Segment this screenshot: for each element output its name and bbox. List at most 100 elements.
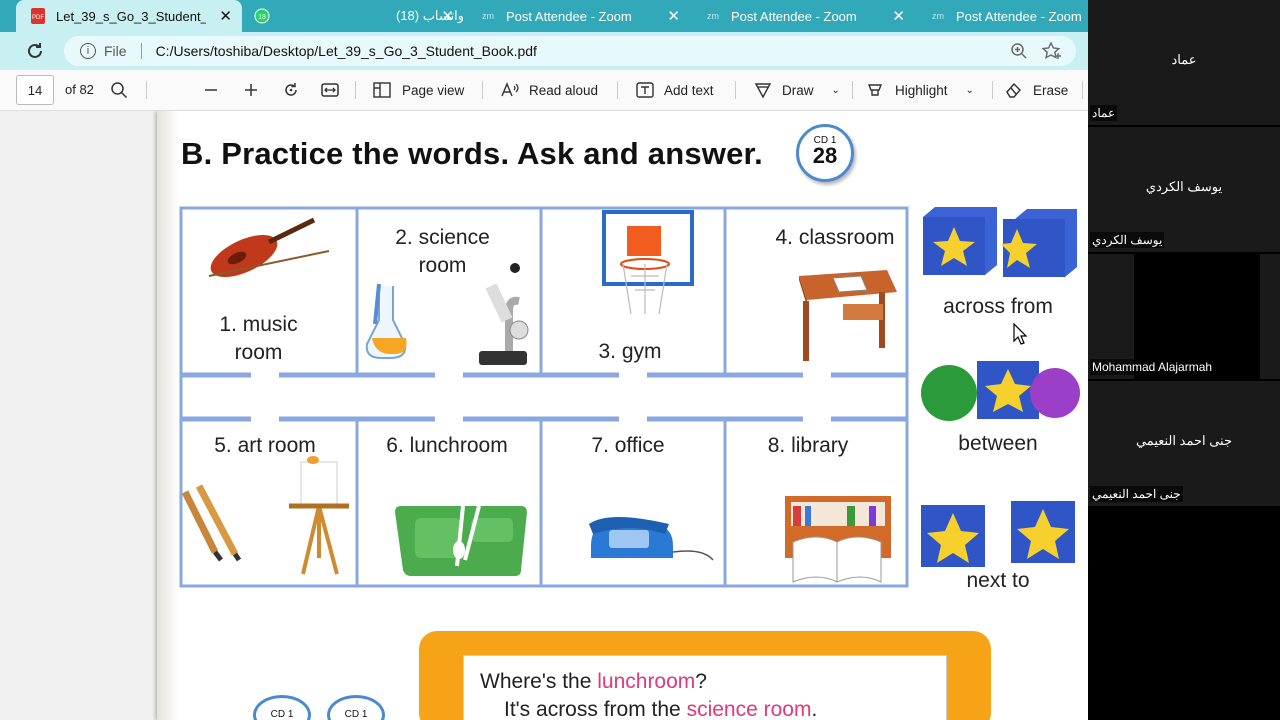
pdf-page: B. Practice the words. Ask and answer. C… — [157, 111, 1088, 720]
eraser-icon — [1006, 82, 1021, 98]
participant-name: جنى احمد النعيمي — [1135, 433, 1233, 448]
room-label-office: 7. office — [591, 434, 665, 457]
divider — [617, 81, 618, 99]
divider — [140, 43, 142, 59]
draw-button[interactable]: Draw ⌄ — [753, 78, 840, 102]
tab-pdf[interactable]: PDF Let_39_s_Go_3_Student_Book ✕ — [16, 0, 242, 32]
page-view-button[interactable]: Page view — [372, 78, 464, 102]
page-view-icon — [373, 82, 391, 98]
tab-zoom-2[interactable]: zm Post Attendee - Zoom ✕ — [691, 0, 915, 32]
chevron-down-icon[interactable]: ⌄ — [832, 85, 840, 96]
preposition-illustrations — [921, 207, 1080, 567]
zoom-out-icon[interactable] — [202, 78, 220, 102]
preposition-across-from: across from — [943, 295, 1053, 318]
room-label-music: 1. music room — [219, 313, 298, 364]
address-bar: i File C:/Users/toshiba/Desktop/Let_39_s… — [0, 32, 1088, 70]
room-label-lunchroom: 6. lunchroom — [386, 434, 508, 457]
tab-whatsapp[interactable]: 18 (18) واتساب ✕ — [242, 0, 464, 32]
highlight-label: Highlight — [895, 82, 948, 98]
pdf-viewer[interactable]: B. Practice the words. Ask and answer. C… — [0, 111, 1088, 720]
participant-tile[interactable]: جنى احمد النعيمي جنى احمد النعيمي — [1088, 381, 1280, 506]
chevron-down-icon[interactable]: ⌄ — [966, 85, 974, 96]
highlight-button[interactable]: Highlight ⌄ — [866, 78, 974, 102]
file-label: File — [104, 43, 127, 59]
cd-badge-small: CD 1 — [327, 695, 385, 720]
favorite-star-icon[interactable] — [1041, 41, 1062, 63]
url-text: C:/Users/toshiba/Desktop/Let_39_s_Go_3_S… — [155, 43, 537, 59]
school-map-grid — [179, 206, 909, 588]
room-label-science: 2. science room — [395, 226, 490, 277]
question-start: Where's the — [480, 670, 598, 693]
divider — [146, 81, 147, 99]
info-icon[interactable]: i — [80, 43, 96, 59]
participant-label: عماد — [1090, 105, 1118, 121]
tab-title: Post Attendee - Zoom — [956, 8, 1082, 24]
zoom-icon: zm — [932, 11, 944, 21]
participant-name: عماد — [1171, 52, 1197, 67]
answer-start: It's across from the — [504, 698, 687, 720]
participant-name: يوسف الكردي — [1145, 179, 1223, 194]
zoom-in-icon[interactable] — [1010, 42, 1028, 63]
cd-badge-small: CD 1 — [253, 695, 311, 720]
divider — [1082, 81, 1083, 99]
dialog-answer: It's across from the science room. — [480, 696, 930, 720]
divider — [735, 81, 736, 99]
bookshelf-icon — [785, 496, 891, 583]
erase-label: Erase — [1033, 82, 1069, 98]
add-text-icon — [636, 82, 654, 98]
dialog-text-box: Where's the lunchroom? It's across from … — [463, 655, 947, 720]
divider — [355, 81, 356, 99]
dialog-question: Where's the lunchroom? — [480, 668, 930, 696]
divider — [992, 81, 993, 99]
pdf-toolbar: 14 of 82 Page view Read aloud Add text D… — [0, 70, 1088, 111]
close-icon[interactable]: ✕ — [892, 7, 905, 25]
lunch-tray-icon — [395, 505, 527, 576]
mouse-cursor-icon — [1013, 323, 1027, 345]
zoom-icon: zm — [707, 11, 719, 21]
cd-track-badge: CD 1 28 — [796, 124, 854, 182]
tab-zoom-3[interactable]: zm Post Attendee - Zoom — [916, 0, 1088, 32]
dialog-frame: Where's the lunchroom? It's across from … — [419, 631, 991, 720]
room-label-library: 8. library — [767, 434, 849, 457]
page-gutter-shadow — [157, 111, 179, 720]
erase-button[interactable]: Erase — [1004, 78, 1068, 102]
read-aloud-label: Read aloud — [529, 82, 599, 98]
zoom-in-icon[interactable] — [242, 78, 260, 102]
exercise-heading: B. Practice the words. Ask and answer. — [181, 136, 763, 171]
participant-tile[interactable]: يوسف الكردي يوسف الكردي — [1088, 127, 1280, 252]
answer-end: . — [811, 698, 818, 720]
tab-title: Let_39_s_Go_3_Student_Book — [56, 8, 206, 24]
draw-icon — [754, 83, 772, 99]
rotate-icon[interactable] — [281, 78, 301, 102]
cd-number: 28 — [812, 143, 838, 168]
url-field[interactable]: i File C:/Users/toshiba/Desktop/Let_39_s… — [64, 36, 1076, 66]
room-label-art: 5. art room — [214, 434, 316, 457]
search-icon[interactable] — [110, 78, 128, 102]
tab-title: Post Attendee - Zoom — [506, 8, 632, 24]
room-label-classroom: 4. classroom — [775, 226, 895, 249]
participant-tile[interactable]: عماد عماد — [1088, 0, 1280, 125]
zoom-icon: zm — [482, 11, 494, 21]
pdf-icon: PDF — [30, 8, 46, 24]
svg-text:18: 18 — [258, 14, 266, 21]
whatsapp-icon: 18 — [254, 8, 270, 24]
question-end: ? — [695, 670, 707, 693]
page-count: of 82 — [65, 82, 94, 97]
next-to-cubes-icon — [921, 501, 1075, 567]
participant-video-tile[interactable]: Mohammad Alajarmah — [1088, 254, 1280, 379]
divider — [852, 81, 853, 99]
participants-panel: عماد عماد يوسف الكردي يوسف الكردي Mohamm… — [1088, 0, 1280, 720]
close-icon[interactable]: ✕ — [667, 7, 680, 25]
tab-zoom-1[interactable]: zm Post Attendee - Zoom ✕ — [466, 0, 690, 32]
across-from-cubes-icon — [923, 207, 1077, 277]
page-number-input[interactable]: 14 — [16, 75, 54, 105]
between-shapes-icon — [921, 361, 1080, 421]
read-aloud-button[interactable]: Read aloud — [500, 78, 598, 102]
add-text-button[interactable]: Add text — [635, 78, 714, 102]
reload-icon[interactable] — [24, 40, 46, 62]
close-icon[interactable]: ✕ — [441, 7, 454, 25]
participant-label: Mohammad Alajarmah — [1090, 359, 1215, 375]
fit-width-icon[interactable] — [320, 78, 340, 102]
close-icon[interactable]: ✕ — [219, 7, 232, 25]
highlighter-icon — [867, 84, 883, 96]
